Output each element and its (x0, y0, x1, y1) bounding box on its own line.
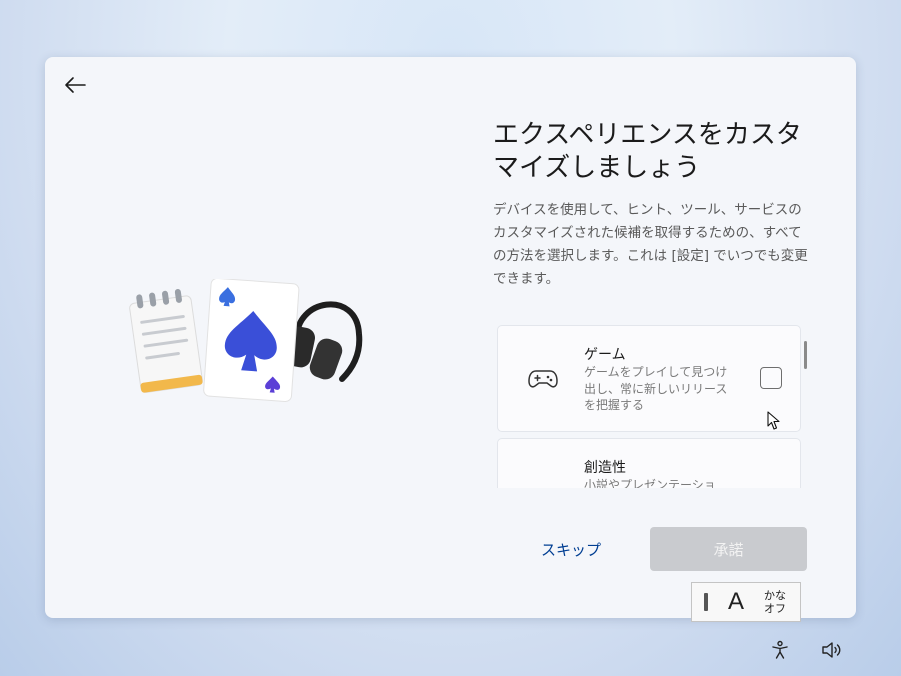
option-game-title: ゲーム (584, 347, 626, 363)
ime-mode-indicator[interactable]: A (728, 588, 744, 616)
ime-drag-handle[interactable] (704, 593, 708, 611)
ime-kana-line2: オフ (764, 602, 787, 615)
option-creativity[interactable]: 創造性 小説やプレゼンテーショ (497, 438, 801, 488)
skip-button[interactable]: スキップ (533, 527, 609, 571)
page-title: エクスペリエンスをカスタマイズしましょう (493, 120, 802, 183)
ime-toolbar[interactable]: A かな オフ (691, 582, 801, 622)
accessibility-button[interactable] (768, 638, 792, 662)
spade-card-icon (203, 279, 300, 402)
options-list: ゲーム ゲームをプレイして見つけ出し、常に新しいリリースを把握する 創造性 小説… (497, 324, 804, 488)
back-button[interactable] (59, 71, 91, 99)
option-game[interactable]: ゲーム ゲームをプレイして見つけ出し、常に新しいリリースを把握する (497, 325, 801, 432)
option-game-description: ゲームをプレイして見つけ出し、常に新しいリリースを把握する (584, 365, 728, 412)
option-creativity-title: 創造性 (584, 460, 626, 476)
gamepad-icon (528, 370, 558, 388)
accept-button[interactable]: 承諾 (650, 527, 807, 571)
options-scrollbar[interactable] (804, 323, 808, 487)
volume-button[interactable] (820, 638, 844, 662)
volume-icon (822, 642, 841, 658)
notepad-icon (129, 288, 203, 393)
mouse-cursor-icon (767, 411, 780, 430)
gaming-illustration (129, 279, 363, 402)
back-arrow-icon (65, 77, 86, 93)
option-creativity-description: 小説やプレゼンテーショ (584, 478, 716, 488)
accessibility-icon (772, 640, 788, 659)
page-description: デバイスを使用して、ヒント、ツール、サービスのカスタマイズされた候補を取得するた… (493, 202, 808, 287)
ime-kana-line1: かな (764, 589, 787, 602)
game-checkbox[interactable] (760, 367, 782, 389)
ime-kana-toggle[interactable]: かな オフ (764, 589, 786, 615)
oobe-dialog: エクスペリエンスをカスタマイズしましょう デバイスを使用して、ヒント、ツール、サ… (45, 57, 856, 618)
scrollbar-thumb[interactable] (804, 341, 807, 369)
